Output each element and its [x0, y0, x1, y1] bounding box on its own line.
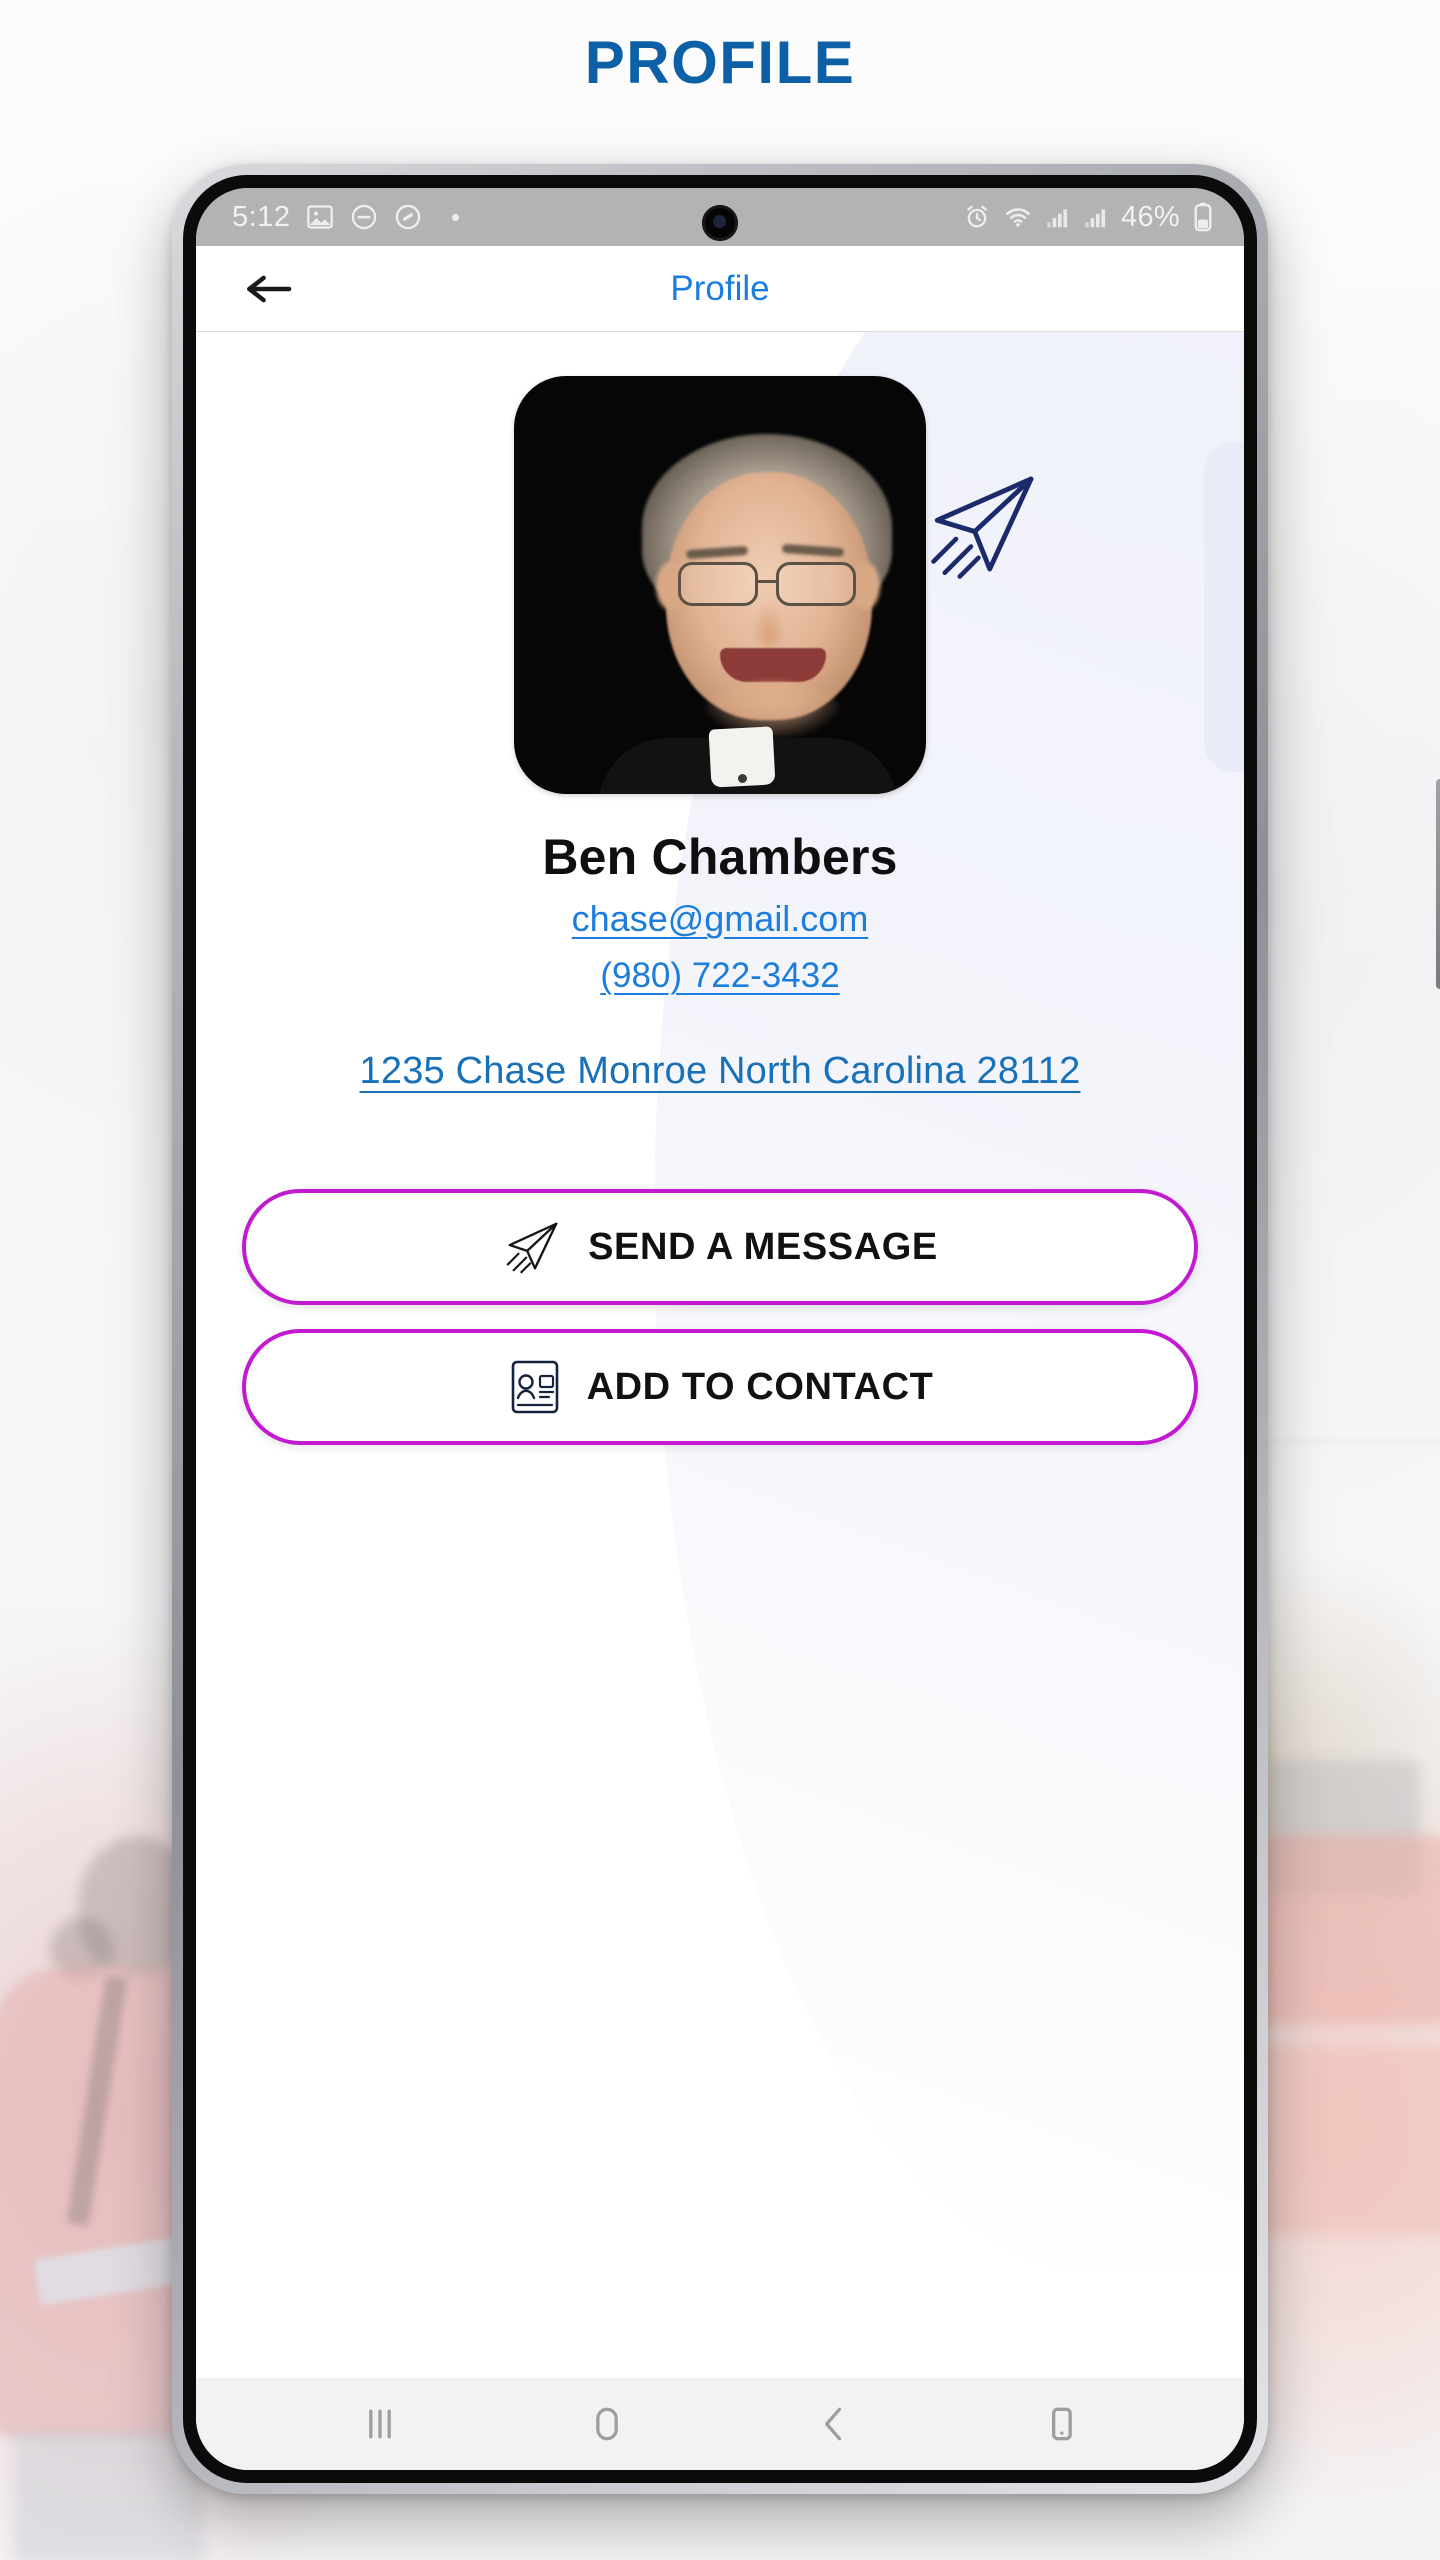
wifi-icon	[1003, 203, 1033, 231]
shazam-icon	[394, 203, 422, 231]
recents-button[interactable]	[358, 2402, 402, 2446]
alarm-icon	[963, 203, 991, 231]
paper-plane-icon	[926, 464, 1046, 584]
do-not-disturb-icon	[350, 203, 378, 231]
profile-email-row: chase@gmail.com	[196, 898, 1244, 940]
add-to-contact-button[interactable]: ADD TO CONTACT	[242, 1329, 1198, 1445]
back-button-nav[interactable]	[812, 2402, 856, 2446]
power-button[interactable]	[1436, 779, 1440, 989]
home-button[interactable]	[585, 2402, 629, 2446]
profile-phone-link[interactable]: (980) 722-3432	[600, 956, 839, 995]
page-root: PROFILE 5:12 46% Profile Ben Chambers ch…	[0, 0, 1440, 2560]
front-camera	[702, 205, 738, 241]
phone-screen: 5:12 46% Profile Ben Chambers chase@gmai…	[196, 188, 1244, 2470]
contact-card-icon	[507, 1358, 563, 1416]
profile-email-link[interactable]: chase@gmail.com	[572, 898, 869, 939]
device-icon[interactable]	[1039, 2402, 1083, 2446]
status-bar-clock: 5:12	[232, 200, 291, 233]
dot-indicator-icon	[452, 213, 460, 221]
app-bar: Profile	[196, 246, 1244, 332]
action-button-group: SEND A MESSAGE ADD TO CONTACT	[196, 1189, 1244, 1445]
avatar[interactable]	[514, 376, 926, 794]
battery-icon	[1192, 202, 1214, 232]
signal-bars-sim1-icon	[1045, 204, 1071, 230]
paper-plane-icon	[502, 1216, 564, 1278]
page-title: PROFILE	[584, 29, 856, 96]
profile-address-link[interactable]: 1235 Chase Monroe North Carolina 28112	[360, 1050, 1081, 1092]
phone-bezel: 5:12 46% Profile Ben Chambers chase@gmai…	[183, 175, 1257, 2483]
battery-percent-label: 46%	[1121, 200, 1180, 233]
image-icon	[306, 203, 334, 231]
background-sofa-lower	[1250, 2045, 1440, 2235]
phone-device: 5:12 46% Profile Ben Chambers chase@gmai…	[172, 164, 1440, 2494]
profile-content: Ben Chambers chase@gmail.com (980) 722-3…	[196, 332, 1244, 2378]
android-nav-bar	[196, 2378, 1244, 2470]
status-bar-left: 5:12	[232, 200, 460, 234]
profile-address-row: 1235 Chase Monroe North Carolina 28112	[196, 1050, 1244, 1093]
app-bar-title: Profile	[670, 268, 770, 308]
send-message-button[interactable]: SEND A MESSAGE	[242, 1189, 1198, 1305]
status-bar-right: 46%	[963, 201, 1214, 234]
signal-bars-sim2-icon	[1083, 204, 1109, 230]
send-message-label: SEND A MESSAGE	[588, 1225, 938, 1268]
avatar-container	[514, 376, 1034, 794]
profile-name: Ben Chambers	[542, 829, 898, 885]
profile-phone-row: (980) 722-3432	[196, 956, 1244, 996]
add-to-contact-label: ADD TO CONTACT	[586, 1365, 934, 1408]
